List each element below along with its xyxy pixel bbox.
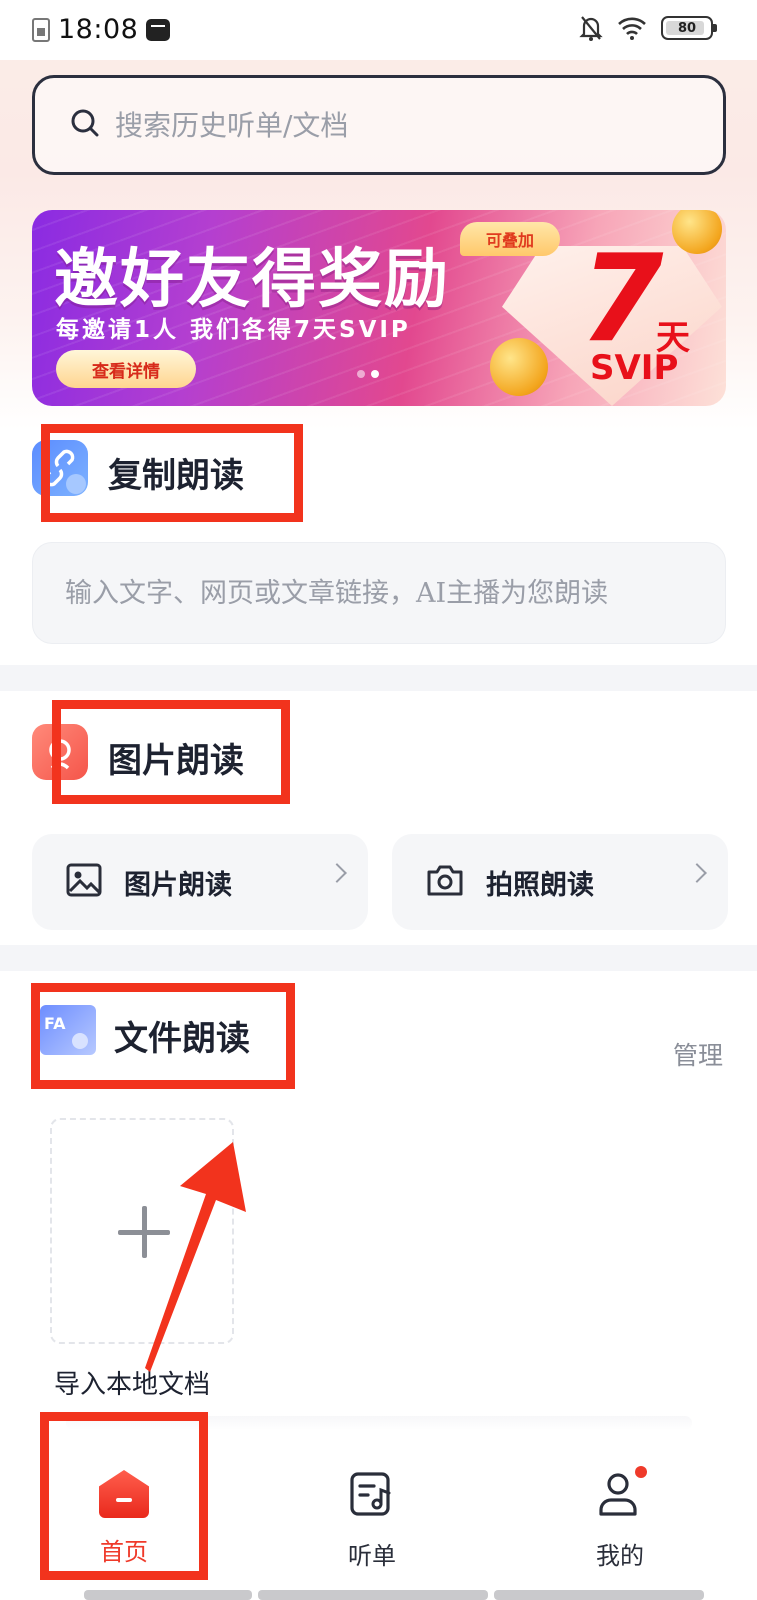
view-details-button[interactable]: 查看详情 — [56, 350, 196, 388]
nav-profile[interactable]: 我的 — [560, 1466, 680, 1571]
nav-home[interactable]: 首页 — [64, 1470, 184, 1567]
search-bar[interactable] — [32, 75, 726, 175]
status-time: 18:08 — [58, 14, 139, 45]
image-read-icon — [32, 724, 88, 780]
home-indicator-bar — [84, 1590, 252, 1600]
status-bar-right: 80 — [579, 14, 717, 42]
section-divider — [0, 945, 757, 971]
status-bar-left: 18:08 — [32, 14, 171, 45]
file-read-title: 文件朗读 — [114, 1019, 250, 1059]
coin-icon — [490, 338, 548, 396]
content-bottom-shadow — [66, 1416, 692, 1430]
image-read-card[interactable]: 图片朗读 — [32, 834, 368, 930]
photo-read-card[interactable]: 拍照朗读 — [392, 834, 728, 930]
plus-icon-vertical — [142, 1206, 147, 1258]
stackable-tag: 可叠加 — [460, 222, 560, 256]
copy-read-input[interactable] — [32, 542, 726, 644]
nav-playlist-label: 听单 — [348, 1542, 396, 1570]
banner-title: 邀好友得奖励 — [54, 243, 450, 317]
playlist-icon — [349, 1470, 395, 1522]
pagination-dot[interactable] — [357, 370, 365, 378]
wifi-icon — [617, 16, 647, 40]
chevron-right-icon — [687, 863, 707, 883]
import-document-button[interactable] — [50, 1118, 234, 1344]
banner-subtitle: 每邀请1人 我们各得7天SVIP — [56, 317, 411, 343]
photo-read-card-label: 拍照朗读 — [486, 869, 594, 901]
manage-link[interactable]: 管理 — [673, 1036, 723, 1072]
search-input[interactable] — [115, 108, 655, 142]
nav-home-label: 首页 — [100, 1538, 148, 1566]
banner-big-number: 7 — [580, 230, 664, 369]
profile-icon — [597, 1466, 647, 1522]
bell-off-icon — [579, 14, 603, 42]
link-read-icon — [32, 440, 88, 496]
battery-percentage: 80 — [677, 20, 697, 36]
status-bar: 18:08 80 — [0, 0, 757, 60]
image-icon — [66, 863, 102, 901]
pagination-dot-active[interactable] — [371, 370, 379, 378]
banner-pagination — [357, 370, 379, 378]
camera-icon — [426, 863, 464, 901]
nav-profile-label: 我的 — [596, 1542, 644, 1570]
search-icon — [69, 107, 101, 143]
image-read-title: 图片朗读 — [108, 741, 244, 781]
svg-text:FA: FA — [44, 1014, 66, 1033]
notification-dot — [635, 1466, 647, 1478]
home-icon — [99, 1470, 149, 1518]
home-indicator-bar — [258, 1590, 488, 1600]
section-divider — [0, 665, 757, 691]
image-read-card-label: 图片朗读 — [124, 869, 232, 901]
sim-card-icon — [32, 17, 50, 42]
promo-banner[interactable]: 邀好友得奖励 每邀请1人 我们各得7天SVIP 查看详情 可叠加 7 天 SVI… — [32, 210, 726, 406]
nav-playlist[interactable]: 听单 — [312, 1470, 432, 1571]
file-read-icon: FA — [40, 1005, 96, 1055]
copy-read-title: 复制朗读 — [108, 456, 244, 496]
chevron-right-icon — [327, 863, 347, 883]
home-indicator-bar — [494, 1590, 704, 1600]
battery-icon: 80 — [661, 16, 717, 40]
import-document-label: 导入本地文档 — [54, 1370, 211, 1400]
banner-svip-badge: SVIP — [590, 348, 679, 388]
message-notification-icon — [146, 18, 171, 41]
